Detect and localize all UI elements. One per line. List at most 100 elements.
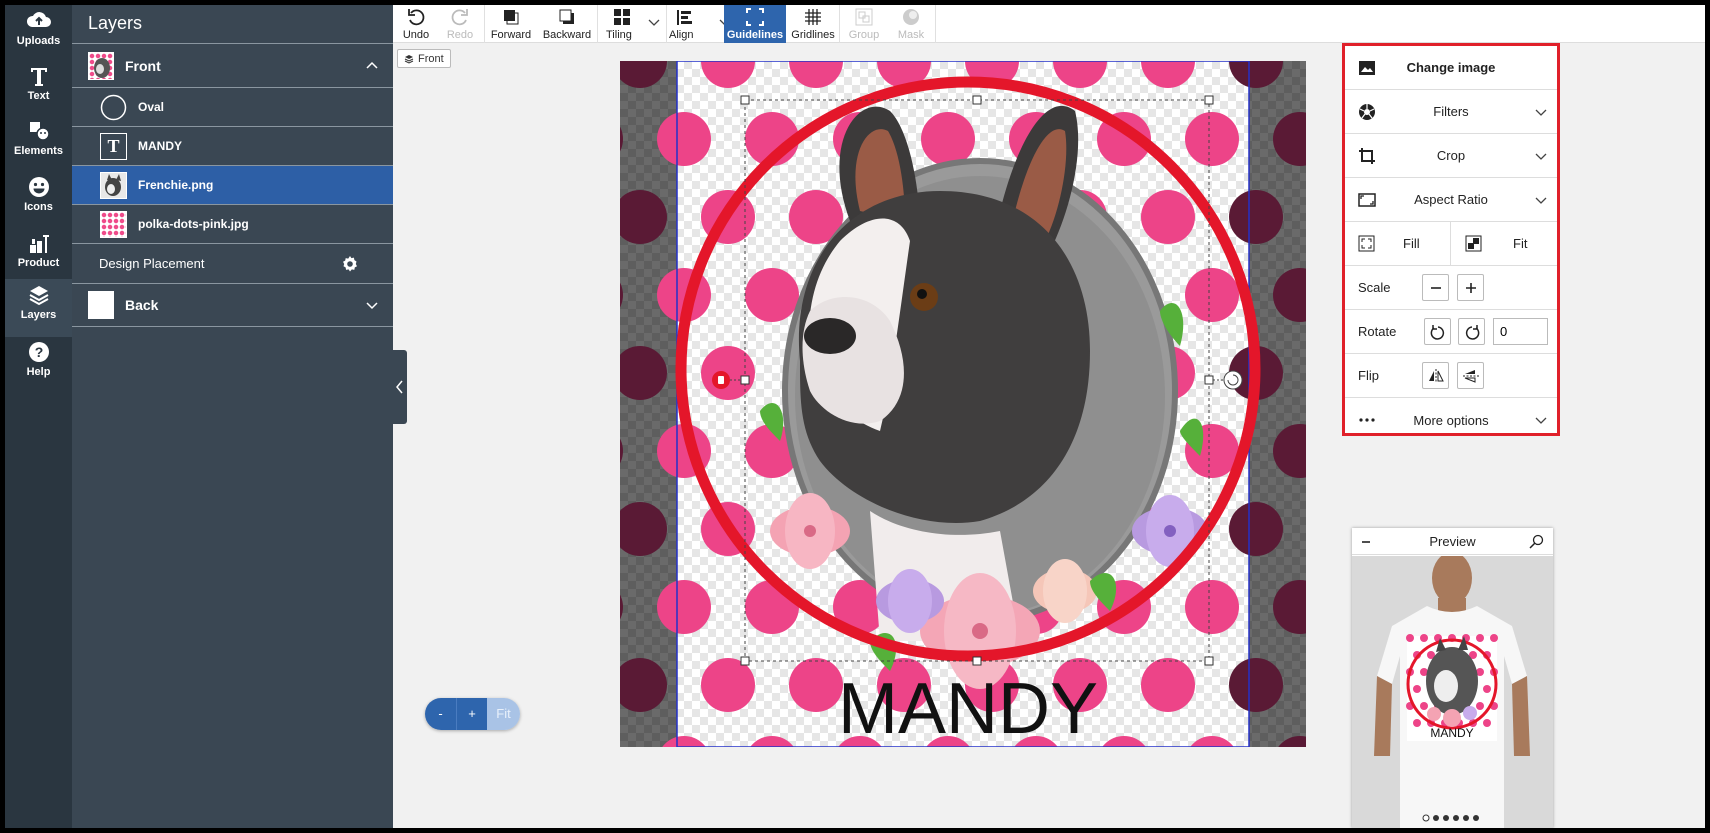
undo-icon — [408, 9, 425, 26]
guidelines-toggle[interactable]: Guidelines — [724, 5, 786, 43]
layer-label: polka-dots-pink.jpg — [138, 217, 249, 231]
rail-text[interactable]: Text — [5, 60, 72, 118]
rail-elements[interactable]: Elements — [5, 115, 72, 173]
layer-group-label: Front — [125, 57, 161, 74]
group-icon — [855, 8, 873, 26]
crop-row[interactable]: Crop — [1345, 134, 1557, 178]
rotate-handle — [1223, 370, 1243, 390]
layers-icon — [404, 54, 414, 64]
smiley-icon — [28, 177, 49, 197]
filters-row[interactable]: Filters — [1345, 90, 1557, 134]
align-icon — [677, 10, 692, 25]
layer-item[interactable]: Oval — [72, 87, 393, 126]
product-icon — [29, 235, 49, 253]
layers-panel: Layers Front Oval T MANDY Frenchie.png p… — [72, 5, 393, 828]
layer-group-label: Back — [125, 297, 159, 313]
aspect-ratio-row[interactable]: Aspect Ratio — [1345, 178, 1557, 222]
rotate-right-button[interactable] — [1458, 318, 1485, 345]
svg-text:?: ? — [34, 344, 43, 360]
front-thumbnail — [88, 51, 114, 80]
zoom-search-icon[interactable] — [1529, 534, 1544, 549]
rail-icons[interactable]: Icons — [5, 171, 72, 229]
change-image-row[interactable]: Change image — [1345, 46, 1557, 90]
layer-label: Oval — [138, 100, 165, 114]
aspect-ratio-label: Aspect Ratio — [1414, 192, 1488, 207]
canvas-artwork: MANDY — [620, 61, 1306, 747]
mask-icon — [903, 9, 919, 25]
more-options-label: More options — [1413, 412, 1489, 428]
chevron-down-icon — [1535, 417, 1547, 424]
collapse-panel-tab[interactable] — [393, 350, 407, 424]
preview-dot — [1413, 685, 1421, 693]
layer-group-front[interactable]: Front — [72, 43, 393, 87]
tool-rail: Uploads Text Elements Icons Product Laye… — [5, 5, 72, 828]
preview-dot — [1406, 634, 1414, 642]
preview-dot — [1483, 719, 1491, 727]
image-layer-thumbnail — [100, 210, 127, 238]
flip-vertical-button[interactable] — [1457, 362, 1484, 389]
preview-header: Preview — [1352, 528, 1553, 555]
preview-panel: Preview MANDY — [1352, 528, 1553, 828]
preview-dot — [1420, 634, 1428, 642]
scale-label: Scale — [1358, 280, 1391, 295]
flip-horizontal-button[interactable] — [1422, 362, 1449, 389]
forward-button[interactable]: Forward — [487, 5, 535, 43]
fill-button[interactable]: Fill — [1345, 222, 1451, 265]
tiling-label: Tiling — [606, 29, 632, 41]
layer-item[interactable]: polka-dots-pink.jpg — [72, 204, 393, 243]
preview-dot — [1476, 634, 1484, 642]
polka-dot — [1229, 190, 1283, 244]
rail-help[interactable]: ? Help — [5, 336, 72, 394]
rail-label: Icons — [24, 201, 53, 213]
layers-icon — [29, 286, 48, 306]
layer-item[interactable]: Frenchie.png — [72, 165, 393, 204]
gridlines-toggle[interactable]: Gridlines — [789, 5, 837, 43]
polka-dot — [921, 112, 975, 166]
chevron-up-icon[interactable] — [365, 59, 379, 73]
rotate-row: Rotate — [1345, 310, 1557, 354]
design-placement-label: Design Placement — [99, 256, 205, 271]
polka-dot — [1141, 658, 1195, 712]
scale-increase-button[interactable] — [1457, 274, 1484, 301]
redo-button[interactable]: Redo — [441, 5, 479, 43]
zoom-fit-button[interactable]: Fit — [487, 698, 520, 730]
mask-button[interactable]: Mask — [889, 5, 933, 43]
mask-label: Mask — [897, 29, 925, 41]
filters-label: Filters — [1433, 104, 1469, 119]
tiling-dropdown[interactable]: Tiling — [600, 5, 664, 43]
fit-button[interactable]: Fit — [1451, 222, 1557, 265]
flip-vertical-icon — [1462, 369, 1479, 383]
rotate-left-button[interactable] — [1424, 318, 1451, 345]
rotate-angle-input[interactable] — [1493, 318, 1548, 345]
plus-icon — [1465, 282, 1476, 293]
rail-layers[interactable]: Layers — [5, 279, 72, 337]
design-placement-row[interactable]: Design Placement — [72, 243, 393, 283]
preview-dot — [1413, 719, 1421, 727]
scale-decrease-button[interactable] — [1422, 274, 1449, 301]
svg-text:MANDY: MANDY — [1430, 726, 1473, 740]
group-button[interactable]: Group — [842, 5, 886, 43]
layer-item[interactable]: T MANDY — [72, 126, 393, 165]
align-dropdown[interactable]: Align — [669, 5, 731, 43]
rail-product[interactable]: Product — [5, 227, 72, 285]
rail-uploads[interactable]: Uploads — [5, 5, 72, 63]
zoom-in-button[interactable]: + — [456, 698, 487, 730]
send-backward-icon — [559, 9, 574, 24]
rail-label: Text — [27, 90, 50, 102]
zoom-out-button[interactable]: - — [425, 698, 456, 730]
backward-button[interactable]: Backward — [539, 5, 595, 43]
design-canvas[interactable]: MANDY — [620, 61, 1306, 747]
fill-fit-row: Fill Fit — [1345, 222, 1557, 266]
zoom-controls: - + Fit — [425, 698, 520, 730]
preview-dot — [1420, 702, 1428, 710]
rail-label: Elements — [14, 145, 63, 157]
chevron-down-icon[interactable] — [365, 298, 379, 312]
help-icon: ? — [28, 342, 49, 362]
layer-group-back[interactable]: Back — [72, 283, 393, 327]
rotate-label: Rotate — [1358, 324, 1397, 339]
undo-button[interactable]: Undo — [397, 5, 435, 43]
gear-icon[interactable] — [340, 254, 360, 274]
polka-dot — [1185, 580, 1239, 634]
more-options-row[interactable]: More options — [1345, 398, 1557, 442]
layer-label: Frenchie.png — [138, 178, 214, 192]
